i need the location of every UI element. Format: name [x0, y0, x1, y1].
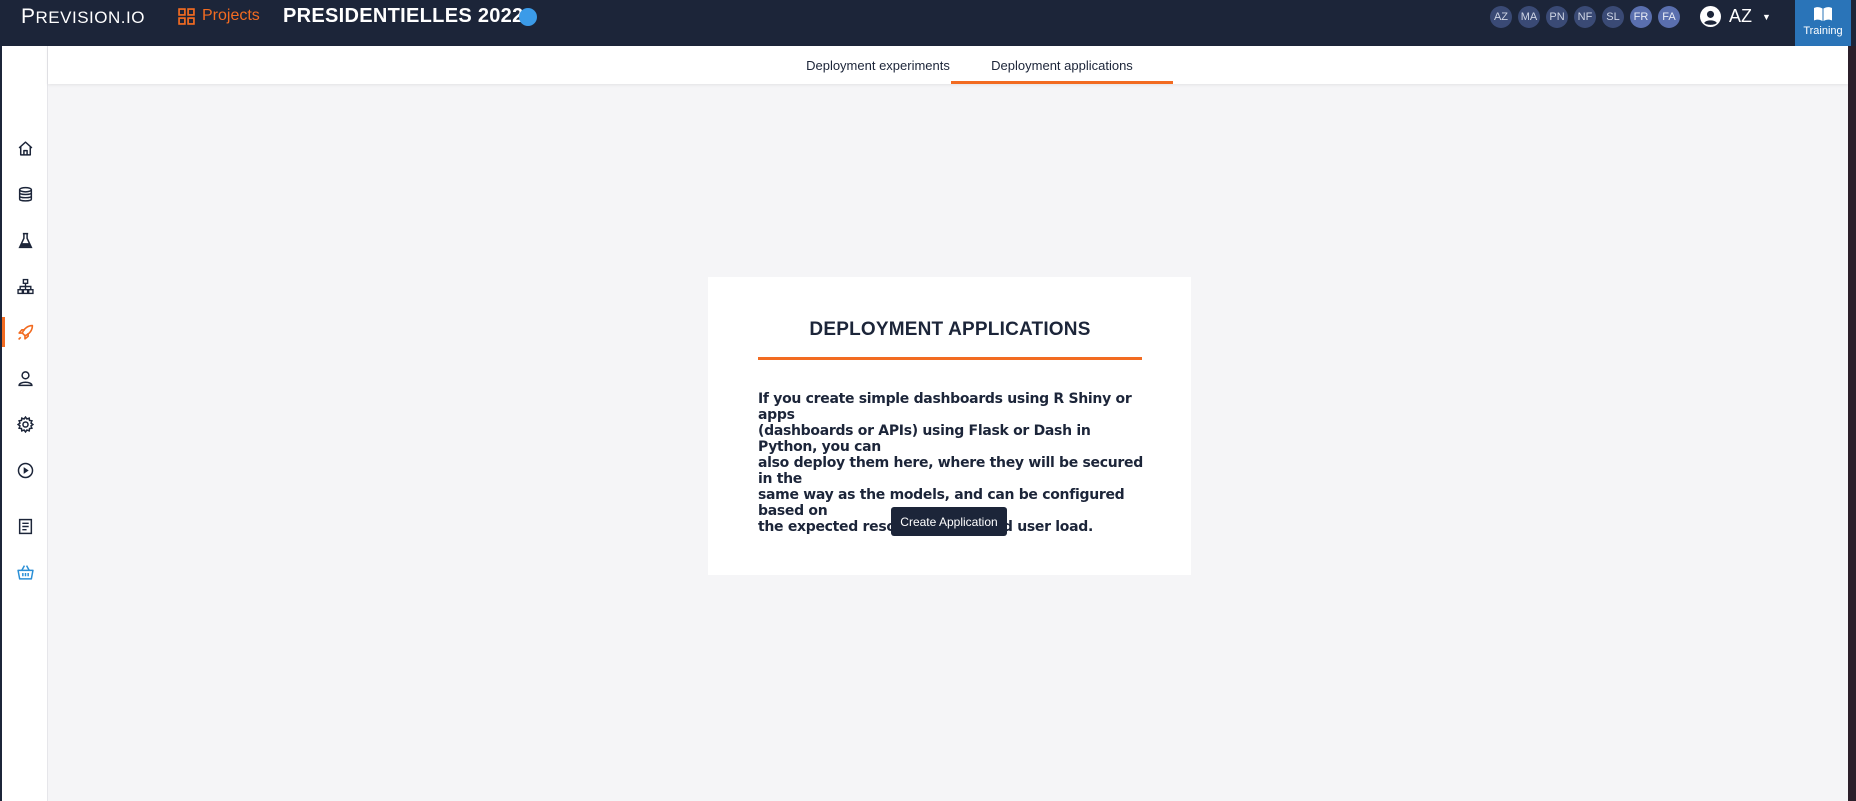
project-title: PRESIDENTIELLES 2022: [283, 5, 524, 27]
create-application-button[interactable]: Create Application: [891, 507, 1007, 536]
background-window-edge: [1848, 46, 1856, 801]
sidebar-item-experiments[interactable]: [2, 225, 48, 255]
avatar[interactable]: MA: [1518, 6, 1540, 28]
avatar[interactable]: SL: [1602, 6, 1624, 28]
deployment-tabs: Deployment experiments Deployment applic…: [48, 46, 1848, 84]
projects-label: Projects: [202, 7, 260, 24]
flask-icon: [17, 232, 33, 248]
sidebar-item-settings[interactable]: [2, 409, 48, 439]
sidebar-item-users[interactable]: [2, 363, 48, 393]
sidebar-item-pipelines[interactable]: [2, 271, 48, 301]
book-icon: [1814, 7, 1832, 21]
avatar[interactable]: PN: [1546, 6, 1568, 28]
description-line: If you create simple dashboards using R …: [758, 391, 1132, 423]
home-icon: [18, 140, 32, 156]
rocket-icon: [17, 324, 33, 340]
sidebar-item-deployments[interactable]: [2, 317, 48, 347]
description-line: also deploy them here, where they will b…: [758, 455, 1143, 487]
tab-deployment-applications[interactable]: Deployment applications: [951, 46, 1173, 84]
user-initials: AZ: [1729, 6, 1753, 26]
top-navbar: PREVISION.IO Projects PRESIDENTIELLES 20…: [0, 0, 1856, 46]
sidebar-item-store[interactable]: [2, 557, 48, 587]
empty-state-card: DEPLOYMENT APPLICATIONS If you create si…: [708, 277, 1191, 575]
chevron-down-icon: ▼: [1762, 11, 1771, 22]
prevision-logo[interactable]: PREVISION.IO: [21, 5, 145, 29]
avatar[interactable]: NF: [1574, 6, 1596, 28]
sidebar-item-home[interactable]: [2, 133, 48, 163]
user-menu[interactable]: AZ ▼: [1700, 6, 1771, 27]
card-title: DEPLOYMENT APPLICATIONS: [809, 319, 1091, 340]
training-label: Training: [1803, 25, 1843, 37]
avatar[interactable]: FR: [1630, 6, 1652, 28]
title-divider: [758, 357, 1142, 360]
project-status-indicator: [519, 8, 537, 26]
basket-icon: [16, 564, 34, 580]
projects-link[interactable]: Projects: [178, 7, 260, 25]
description-line: (dashboards or APIs) using Flask or Dash…: [758, 423, 1091, 455]
sidebar-item-documentation[interactable]: [2, 511, 48, 541]
user-icon: [17, 370, 33, 386]
sidebar-item-scheduler[interactable]: [2, 455, 48, 485]
database-icon: [18, 186, 32, 202]
avatar[interactable]: AZ: [1490, 6, 1512, 28]
sidebar-item-data[interactable]: [2, 179, 48, 209]
left-sidebar: [2, 46, 48, 801]
pipeline-icon: [16, 278, 34, 294]
avatar[interactable]: FA: [1658, 6, 1680, 28]
grid-icon: [178, 7, 195, 25]
gear-icon: [16, 415, 34, 433]
book-page-icon: [18, 518, 32, 534]
tab-deployment-experiments[interactable]: Deployment experiments: [783, 46, 973, 84]
user-circle-icon: [1700, 6, 1721, 27]
play-circle-icon: [17, 462, 33, 478]
training-button[interactable]: Training: [1795, 0, 1851, 46]
collaborator-avatars: AZ MA PN NF SL FR FA: [1490, 6, 1680, 28]
